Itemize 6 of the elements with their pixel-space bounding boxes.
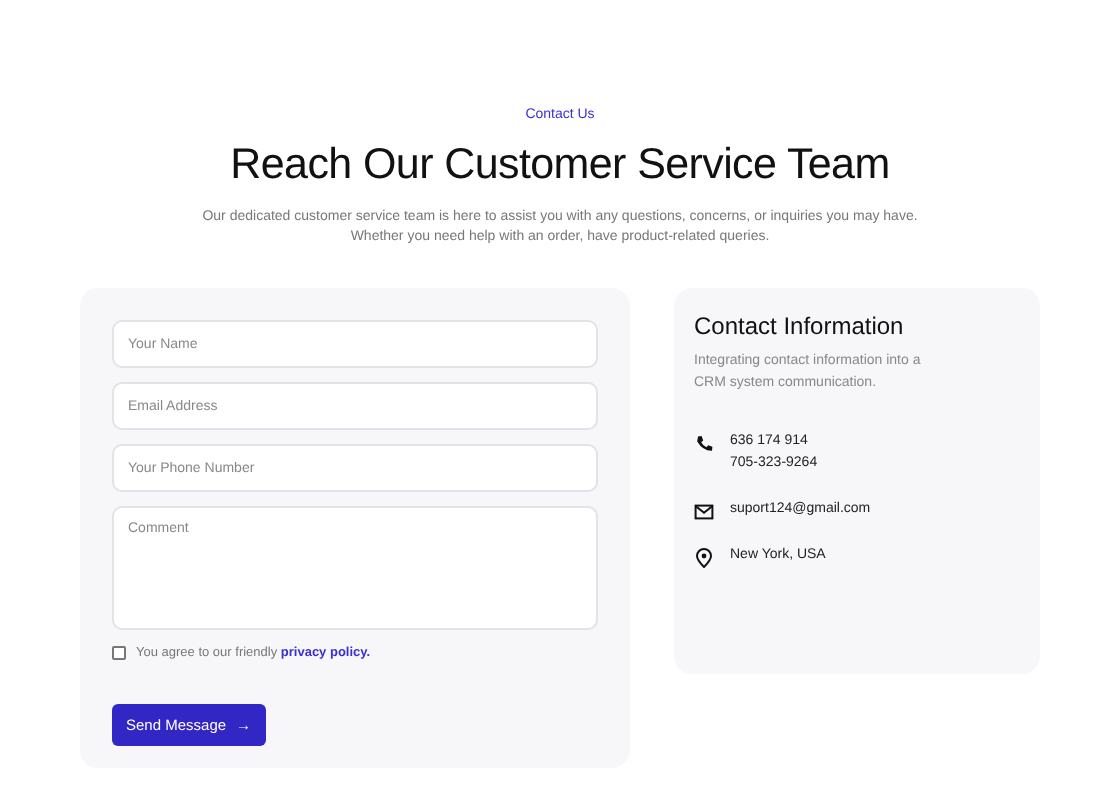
page-title: Reach Our Customer Service Team bbox=[228, 140, 892, 192]
checkbox[interactable] bbox=[112, 646, 126, 661]
location-pin-icon bbox=[694, 547, 714, 568]
card-title: Contact Information bbox=[694, 312, 906, 341]
email-icon bbox=[694, 501, 714, 522]
phone-icon bbox=[694, 434, 714, 455]
